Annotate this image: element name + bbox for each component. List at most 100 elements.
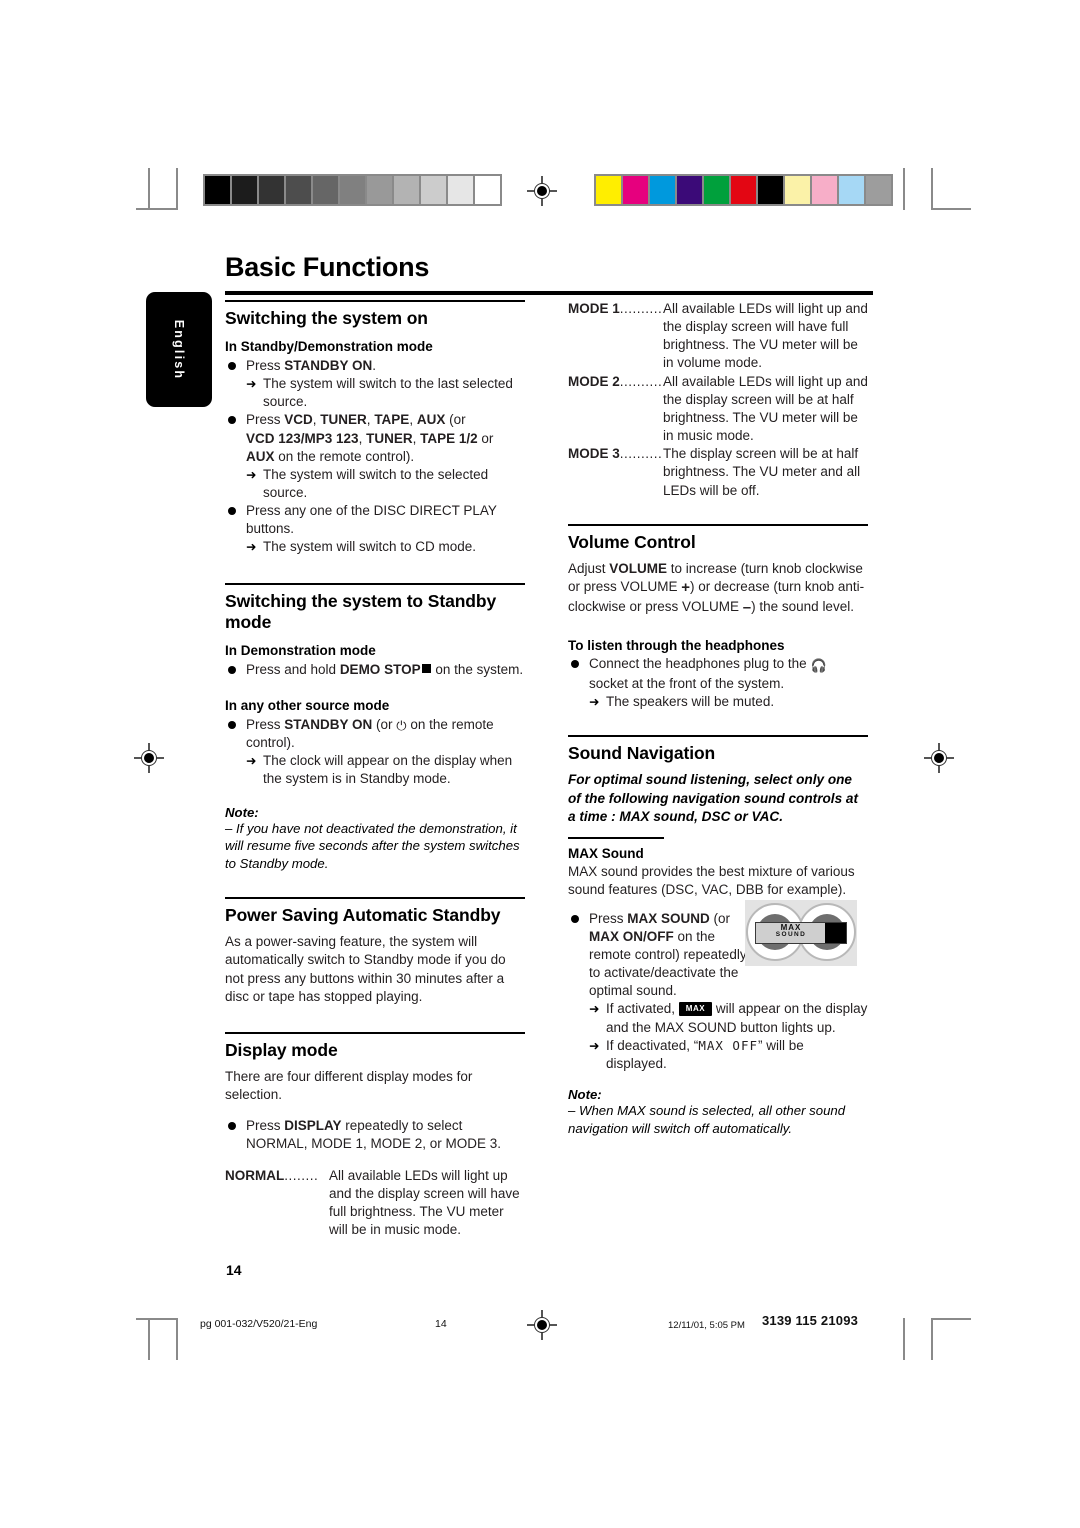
calibration-swatch-9 bbox=[839, 176, 864, 204]
note-text: – When MAX sound is selected, all other … bbox=[568, 1102, 846, 1136]
button-name-tape-1-2: TAPE 1/2 bbox=[420, 430, 478, 446]
subsection-rule bbox=[568, 836, 664, 839]
text-fragment: on the remote control). bbox=[274, 448, 415, 464]
heading-switching-standby: Switching the system to Standby mode bbox=[225, 590, 497, 632]
display-mode-body: There are four different display modes f… bbox=[225, 1069, 473, 1103]
calibration-swatch-2 bbox=[259, 176, 284, 204]
result-text: The speakers will be muted. bbox=[606, 693, 775, 709]
grayscale-calibration-bar bbox=[203, 174, 502, 206]
crop-mark-top-right-horizontal bbox=[931, 208, 971, 210]
arrow-icon: ➜ bbox=[246, 540, 257, 555]
definition-text: All available LEDs will light up and the… bbox=[663, 301, 868, 371]
note-label: Note: bbox=[568, 1086, 602, 1102]
crop-mark-top-left-inner bbox=[176, 168, 178, 210]
language-tab-label: English bbox=[172, 319, 186, 380]
calibration-swatch-0 bbox=[596, 176, 621, 204]
calibration-swatch-1 bbox=[232, 176, 257, 204]
leader-dots: .......... bbox=[619, 373, 663, 389]
text-fragment: . bbox=[372, 357, 377, 373]
definition-term: MODE 1.......... bbox=[568, 300, 662, 318]
calibration-swatch-3 bbox=[677, 176, 702, 204]
button-name-vcd123-mp3123: VCD 123/MP3 123 bbox=[246, 430, 359, 446]
stop-square-icon bbox=[421, 663, 431, 673]
calibration-swatch-1 bbox=[623, 176, 648, 204]
list-item: Connect the headphones plug to the 🎧 soc… bbox=[568, 655, 868, 711]
button-name-display: DISPLAY bbox=[284, 1117, 342, 1133]
button-name-demo-stop: DEMO STOP bbox=[339, 661, 421, 677]
calibration-swatch-8 bbox=[421, 176, 446, 204]
page-number: 14 bbox=[226, 1262, 242, 1278]
term-label: MODE 3 bbox=[568, 446, 620, 462]
calibration-swatch-2 bbox=[650, 176, 675, 204]
arrow-icon: ➜ bbox=[246, 377, 257, 392]
calibration-swatch-6 bbox=[758, 176, 783, 204]
definition-mode-1: MODE 1.......... All available LEDs will… bbox=[568, 300, 868, 373]
button-name-tuner-remote: TUNER bbox=[366, 430, 413, 446]
text-fragment: Press bbox=[246, 1117, 285, 1133]
term-label: MODE 2 bbox=[568, 373, 620, 389]
text-fragment: If activated, bbox=[606, 1001, 679, 1017]
text-fragment: , bbox=[358, 430, 367, 446]
max-display-badge: MAX bbox=[678, 1002, 713, 1017]
result-line: ➜ The clock will appear on the display w… bbox=[246, 752, 525, 788]
text-fragment: on the system. bbox=[431, 661, 524, 677]
arrow-icon: ➜ bbox=[589, 694, 600, 709]
control-name-volume: VOLUME bbox=[609, 561, 668, 577]
heading-display-mode: Display mode bbox=[225, 1039, 338, 1060]
definition-text: All available LEDs will light up and the… bbox=[663, 373, 868, 444]
page-title: Basic Functions bbox=[225, 252, 430, 282]
result-text: If deactivated, “MAX OFF” will be displa… bbox=[606, 1037, 868, 1073]
subheading-max-sound: MAX Sound bbox=[568, 845, 644, 861]
plus-icon: + bbox=[681, 579, 691, 597]
list-item: Press any one of the DISC DIRECT PLAY bu… bbox=[225, 502, 525, 556]
color-calibration-bar bbox=[594, 174, 893, 206]
calibration-swatch-9 bbox=[448, 176, 473, 204]
crop-mark-bottom-right-horizontal bbox=[931, 1318, 971, 1320]
leader-dots: .......... bbox=[619, 301, 663, 316]
button-end-cap bbox=[825, 923, 846, 943]
definition-term: MODE 2.......... bbox=[568, 373, 662, 391]
section-power-saving: Power Saving Automatic Standby As a powe… bbox=[225, 896, 525, 1006]
volume-body: Adjust VOLUME to increase (turn knob clo… bbox=[568, 560, 868, 619]
subheading-standby-demo-mode: In Standby/Demonstration mode bbox=[225, 339, 433, 355]
definition-term: MODE 3.......... bbox=[568, 445, 662, 463]
definition-term: NORMAL........ bbox=[225, 1167, 318, 1185]
note-label: Note: bbox=[225, 804, 259, 820]
section-switching-on: Switching the system on In Standby/Demon… bbox=[225, 300, 525, 557]
calibration-swatch-3 bbox=[286, 176, 311, 204]
text-fragment: , bbox=[412, 430, 421, 446]
text-fragment: Press bbox=[246, 357, 285, 373]
definition-normal: NORMAL........ All available LEDs will l… bbox=[225, 1167, 525, 1240]
subheading-any-other-source: In any other source mode bbox=[225, 698, 390, 713]
calibration-swatch-8 bbox=[812, 176, 837, 204]
calibration-swatch-0 bbox=[205, 176, 230, 204]
calibration-swatch-5 bbox=[731, 176, 756, 204]
arrow-icon: ➜ bbox=[589, 1002, 600, 1017]
registration-mark-right bbox=[924, 743, 954, 773]
text-fragment: If deactivated, “ bbox=[606, 1037, 699, 1053]
section-rule bbox=[225, 1031, 525, 1034]
text-fragment: (or bbox=[709, 910, 731, 926]
list-item: Press STANDBY ON (or ⏻ on the remote con… bbox=[225, 716, 525, 789]
instruction-press-standby-on: Press STANDBY ON. bbox=[246, 357, 525, 375]
button-name-tuner: TUNER bbox=[320, 412, 367, 428]
footer-document-code: 3139 115 21093 bbox=[762, 1313, 859, 1328]
calibration-swatch-4 bbox=[704, 176, 729, 204]
max-sound-body: MAX sound provides the best mixture of v… bbox=[568, 864, 855, 898]
bullet-icon bbox=[228, 361, 236, 370]
arrow-icon: ➜ bbox=[246, 467, 257, 482]
definition-text: All available LEDs will light up and the… bbox=[329, 1167, 520, 1238]
section-rule bbox=[225, 300, 525, 302]
bullet-icon bbox=[228, 507, 236, 516]
crop-mark-top-left-horizontal bbox=[136, 208, 176, 210]
list-item: Press STANDBY ON. ➜ The system will swit… bbox=[225, 357, 525, 411]
text-fragment: Adjust bbox=[568, 561, 610, 577]
result-line: ➜ If activated, MAX will appear on the d… bbox=[589, 1000, 868, 1036]
text-fragment: Press bbox=[589, 910, 628, 926]
button-name-tape: TAPE bbox=[374, 412, 410, 428]
calibration-swatch-4 bbox=[313, 176, 338, 204]
result-line: ➜ If deactivated, “MAX OFF” will be disp… bbox=[589, 1037, 868, 1073]
sound-navigation-intro: For optimal sound listening, select only… bbox=[568, 772, 858, 825]
button-name-vcd: VCD bbox=[284, 412, 313, 428]
instruction-press-display: Press DISPLAY repeatedly to select NORMA… bbox=[246, 1117, 525, 1153]
